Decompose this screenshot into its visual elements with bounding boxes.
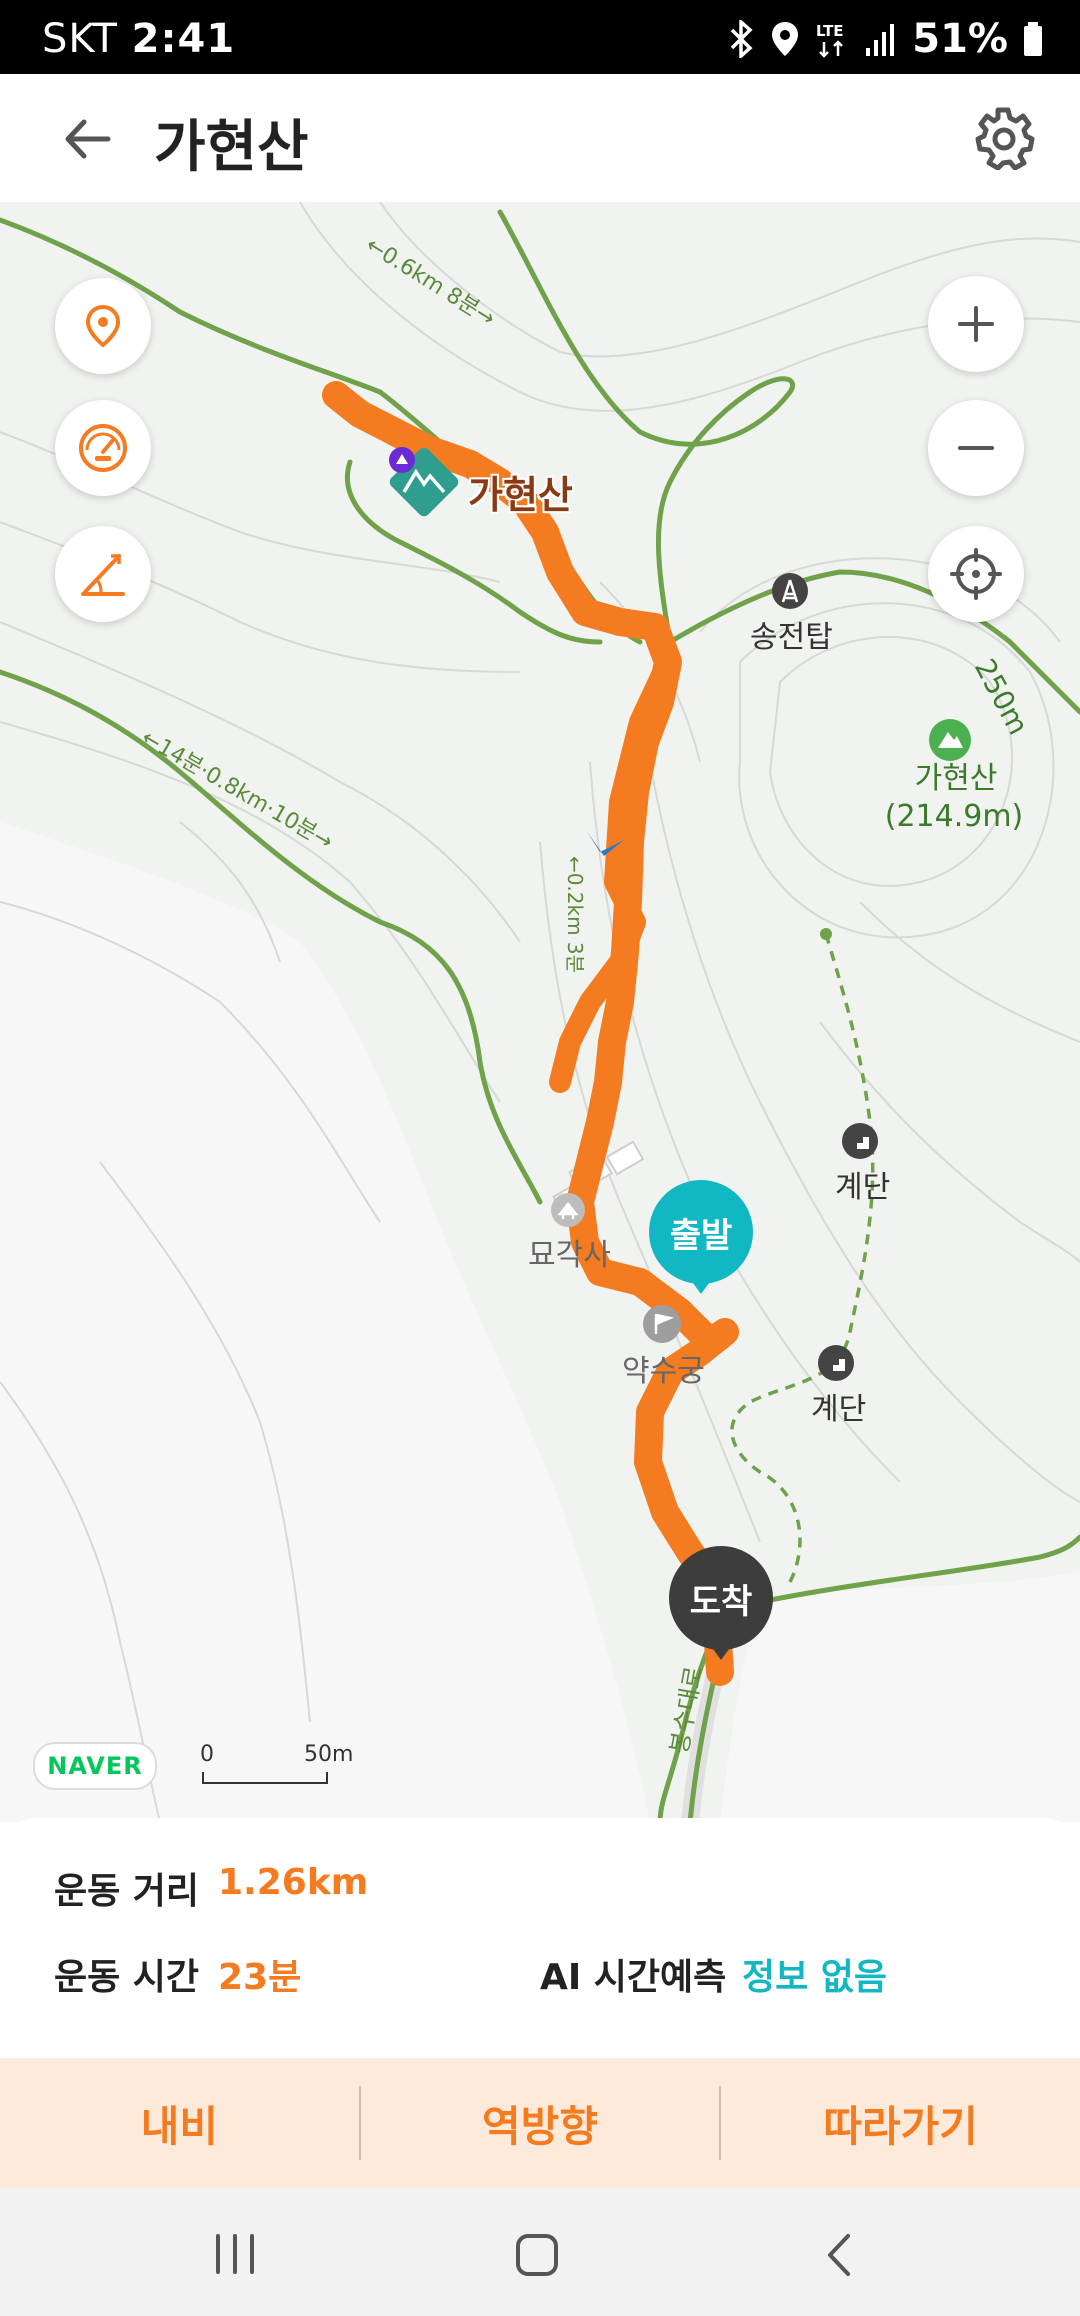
scale-max: 50m <box>304 1742 354 1767</box>
navi-button[interactable]: 내비 <box>0 2058 359 2188</box>
scale-bar <box>202 1772 328 1784</box>
temple-label: 묘각사 <box>528 1238 611 1273</box>
status-bar: SKT 2:41 LTE 51% <box>0 0 1080 74</box>
signal-icon <box>866 24 895 56</box>
lte-icon: LTE <box>816 22 844 58</box>
distance-label: 운동 거리 <box>54 1871 200 1912</box>
summit-elevation: (214.9m) <box>884 799 1024 834</box>
temple-icon[interactable] <box>550 1192 586 1228</box>
trail-time-mid: ←0.2km 3분 <box>563 855 588 974</box>
carrier-time: SKT 2:41 <box>42 16 235 62</box>
location-pin-button[interactable] <box>55 278 151 374</box>
start-pin-tail <box>679 1264 723 1294</box>
follow-button[interactable]: 따라가기 <box>721 2058 1080 2188</box>
bluetooth-icon <box>731 20 753 58</box>
stairs-icon[interactable] <box>817 1344 855 1382</box>
reverse-button[interactable]: 역방향 <box>361 2058 720 2188</box>
flag-icon[interactable] <box>642 1304 682 1344</box>
current-location-button[interactable] <box>928 526 1024 622</box>
crosshair-icon <box>950 548 1002 600</box>
summit-name: 가현산 <box>914 761 998 796</box>
system-nav-bar <box>0 2188 1080 2316</box>
ai-prediction-label: AI 시간예측 <box>540 1957 727 1998</box>
zoom-out-button[interactable] <box>928 400 1024 496</box>
map-base <box>0 202 1080 1822</box>
svg-text:LTE: LTE <box>816 22 844 40</box>
zoom-in-button[interactable] <box>928 276 1024 372</box>
battery-percent: 51% <box>912 16 1008 62</box>
end-pin-tail <box>699 1630 743 1660</box>
speed-button[interactable] <box>55 400 151 496</box>
stairs-icon[interactable] <box>841 1122 879 1160</box>
home-icon[interactable] <box>512 2230 562 2280</box>
summit-icon[interactable] <box>928 718 972 762</box>
minus-icon <box>958 446 994 450</box>
map-pin-icon <box>85 304 121 348</box>
recent-apps-icon[interactable] <box>210 2232 260 2276</box>
peak-name-label: 가현산 <box>468 473 573 517</box>
end-pin-label: 도착 <box>689 1581 753 1622</box>
stats-sheet: 운동 거리 1.26km 운동 시간 23분 AI 시간예측 정보 없음 <box>0 1818 1080 2058</box>
plus-icon <box>958 306 994 342</box>
start-pin-label: 출발 <box>669 1215 733 1256</box>
ai-prediction-value: 정보 없음 <box>742 1957 888 1998</box>
speedometer-icon <box>79 424 127 472</box>
map-scale: 0 50m <box>200 1742 360 1788</box>
gear-icon[interactable] <box>970 104 1036 170</box>
elevation-button[interactable] <box>55 526 151 622</box>
status-icons: LTE 51% <box>726 16 1044 62</box>
back-icon[interactable] <box>818 2230 862 2280</box>
carrier: SKT <box>42 16 118 62</box>
time-value: 23분 <box>218 1957 302 1998</box>
location-icon <box>772 22 799 56</box>
scale-zero: 0 <box>200 1742 214 1767</box>
battery-icon <box>1024 22 1042 56</box>
peak-marker-icon[interactable] <box>386 444 462 520</box>
action-bar: 내비 역방향 따라가기 <box>0 2058 1080 2188</box>
map-view[interactable]: 송전탑 가현산 (214.9m) 250m 계단 계단 묘각사 약수궁 ←0.6… <box>0 202 1080 1822</box>
back-arrow-icon[interactable] <box>56 104 126 174</box>
naver-logo: NAVER <box>33 1742 157 1790</box>
tower-label: 송전탑 <box>750 620 833 655</box>
app-header: 가현산 <box>0 74 1080 202</box>
tower-icon[interactable] <box>771 572 809 610</box>
stairs-label-2: 계단 <box>811 1392 867 1427</box>
clock: 2:41 <box>131 16 236 62</box>
spring-label: 약수궁 <box>622 1354 705 1389</box>
page-title: 가현산 <box>154 115 309 180</box>
stairs-label-1: 계단 <box>835 1170 891 1205</box>
time-label: 운동 시간 <box>54 1957 200 1998</box>
distance-value: 1.26km <box>218 1862 369 1903</box>
slope-icon <box>81 554 125 596</box>
